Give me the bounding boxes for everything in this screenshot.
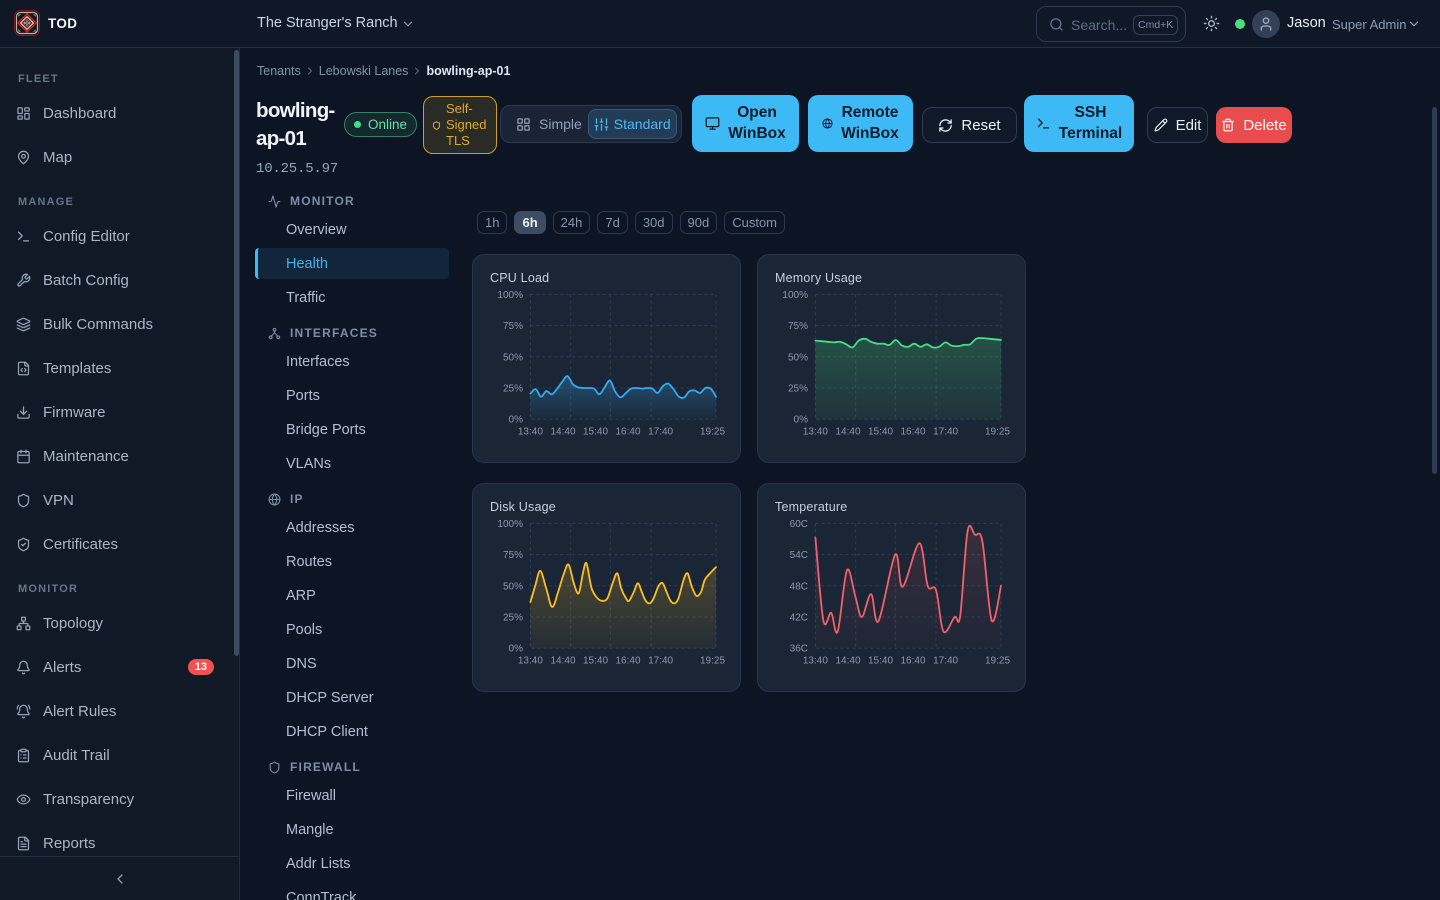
svg-text:42C: 42C bbox=[790, 613, 808, 624]
svg-text:0%: 0% bbox=[794, 415, 809, 426]
svg-text:15:40: 15:40 bbox=[583, 656, 608, 667]
svg-text:13:40: 13:40 bbox=[518, 656, 543, 667]
svg-text:16:40: 16:40 bbox=[615, 427, 640, 438]
svg-text:50%: 50% bbox=[788, 352, 808, 363]
svg-text:13:40: 13:40 bbox=[803, 427, 828, 438]
svg-text:50%: 50% bbox=[503, 581, 523, 592]
svg-text:14:40: 14:40 bbox=[835, 656, 860, 667]
svg-text:15:40: 15:40 bbox=[868, 427, 893, 438]
svg-text:19:25: 19:25 bbox=[985, 427, 1010, 438]
svg-text:14:40: 14:40 bbox=[835, 427, 860, 438]
svg-text:25%: 25% bbox=[503, 384, 523, 395]
svg-text:0%: 0% bbox=[509, 644, 524, 655]
svg-text:75%: 75% bbox=[503, 550, 523, 561]
svg-text:100%: 100% bbox=[782, 290, 808, 301]
svg-text:13:40: 13:40 bbox=[803, 656, 828, 667]
svg-text:17:40: 17:40 bbox=[933, 427, 958, 438]
svg-text:19:25: 19:25 bbox=[985, 656, 1010, 667]
svg-text:19:25: 19:25 bbox=[700, 656, 725, 667]
svg-text:0%: 0% bbox=[509, 415, 524, 426]
svg-text:16:40: 16:40 bbox=[900, 656, 925, 667]
svg-text:19:25: 19:25 bbox=[700, 427, 725, 438]
svg-text:16:40: 16:40 bbox=[615, 656, 640, 667]
svg-text:50%: 50% bbox=[503, 352, 523, 363]
svg-text:75%: 75% bbox=[503, 321, 523, 332]
svg-text:17:40: 17:40 bbox=[648, 427, 673, 438]
svg-text:14:40: 14:40 bbox=[550, 656, 575, 667]
svg-text:54C: 54C bbox=[790, 550, 808, 561]
svg-text:17:40: 17:40 bbox=[648, 656, 673, 667]
svg-text:13:40: 13:40 bbox=[518, 427, 543, 438]
svg-text:75%: 75% bbox=[788, 321, 808, 332]
svg-text:100%: 100% bbox=[497, 519, 523, 530]
svg-text:16:40: 16:40 bbox=[900, 427, 925, 438]
svg-text:100%: 100% bbox=[497, 290, 523, 301]
svg-text:15:40: 15:40 bbox=[868, 656, 893, 667]
svg-text:17:40: 17:40 bbox=[933, 656, 958, 667]
svg-text:25%: 25% bbox=[503, 613, 523, 624]
svg-text:48C: 48C bbox=[790, 581, 808, 592]
svg-text:60C: 60C bbox=[790, 519, 808, 530]
svg-text:14:40: 14:40 bbox=[550, 427, 575, 438]
svg-text:25%: 25% bbox=[788, 384, 808, 395]
svg-text:36C: 36C bbox=[790, 644, 808, 655]
svg-text:15:40: 15:40 bbox=[583, 427, 608, 438]
